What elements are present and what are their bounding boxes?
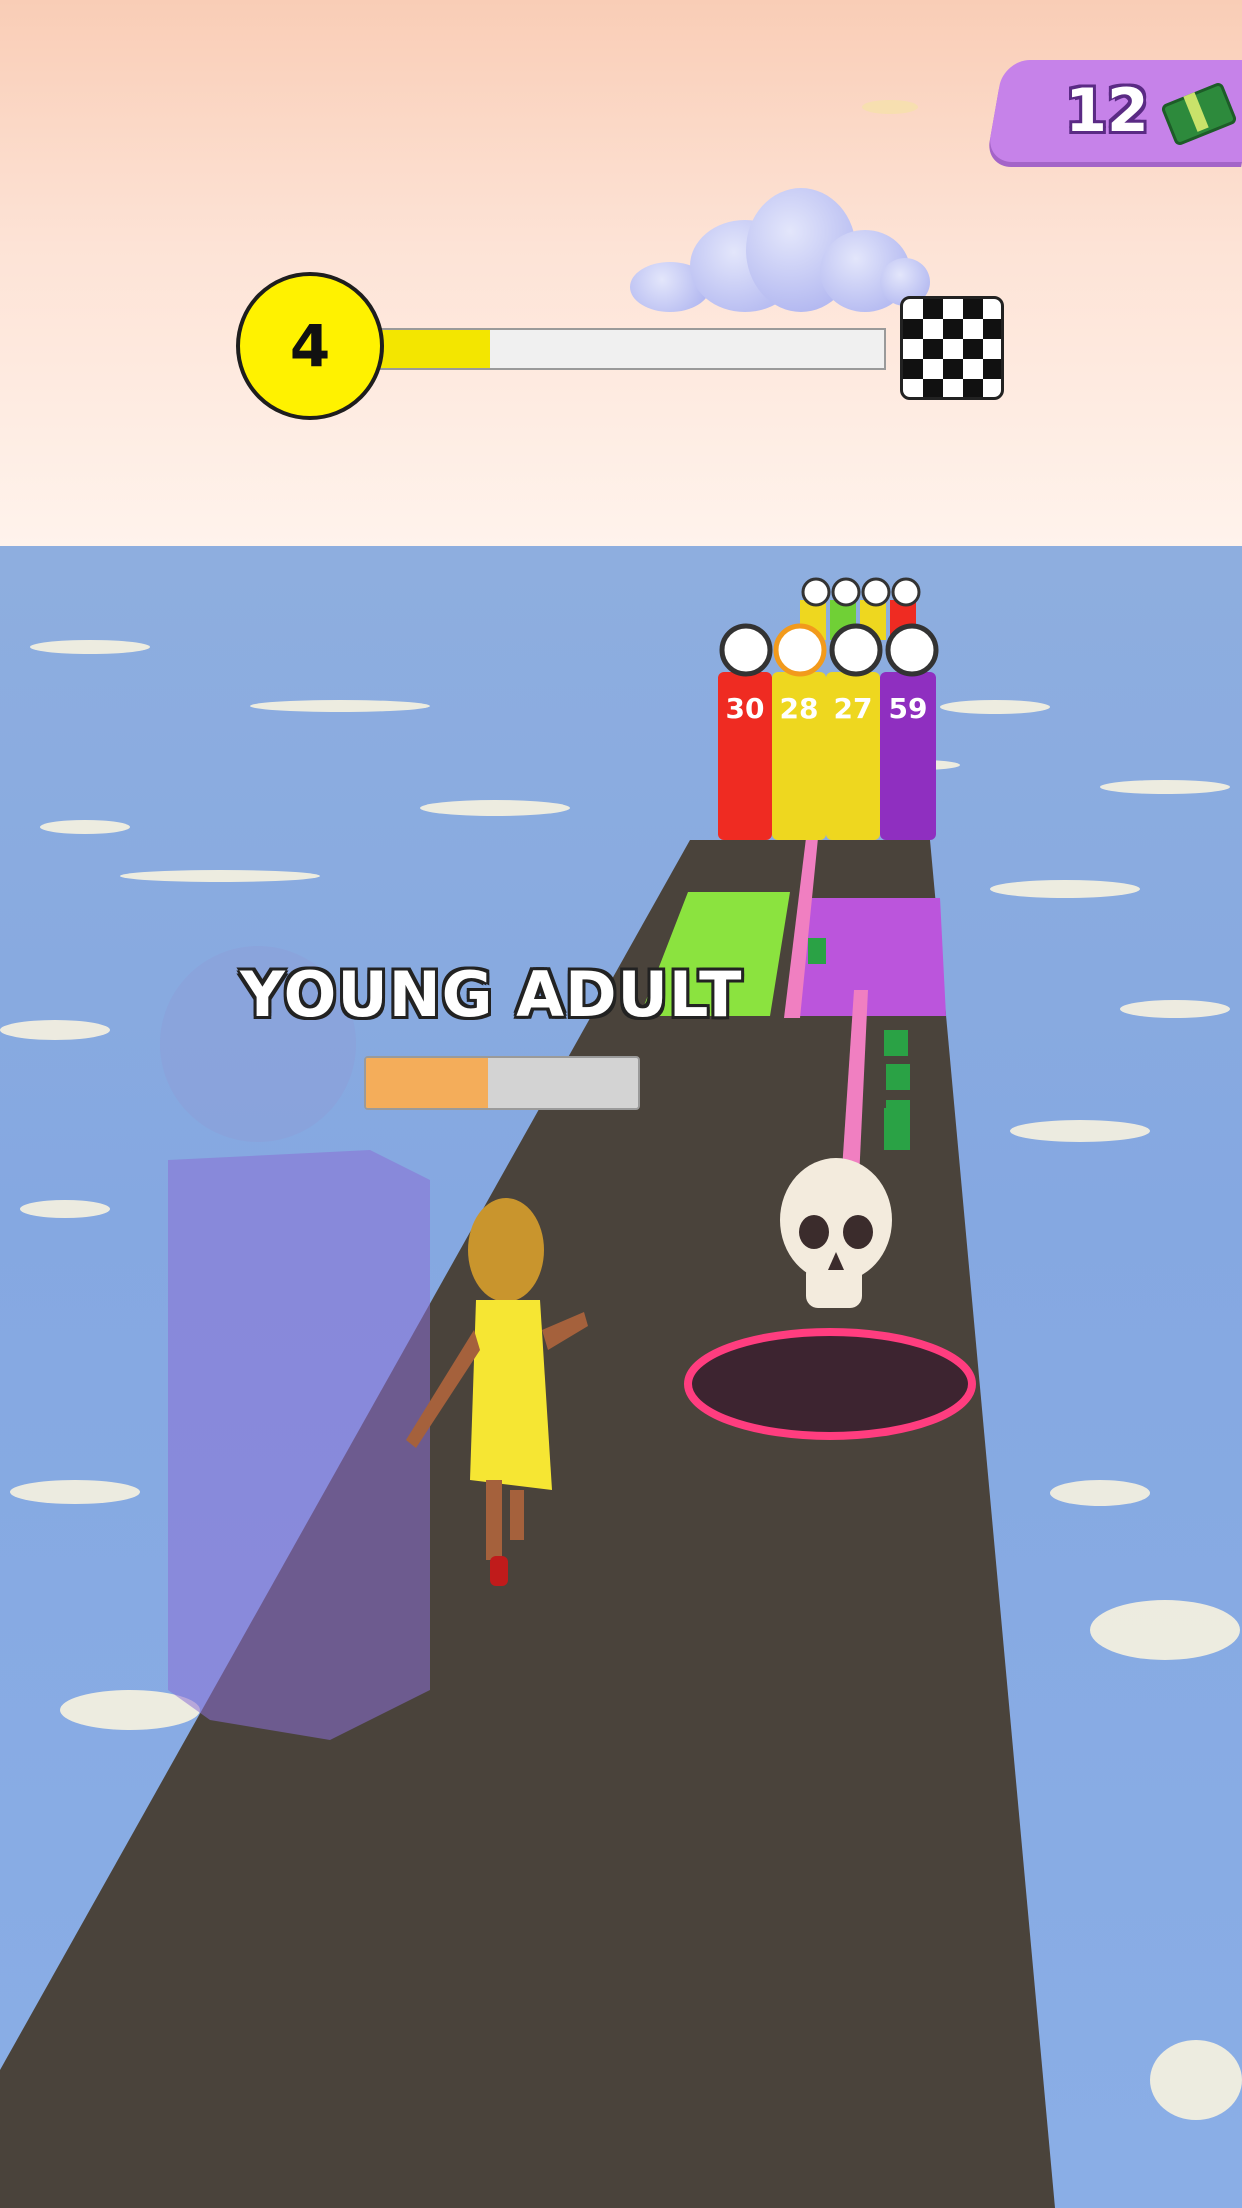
level-badge: 4 bbox=[236, 272, 384, 420]
money-count: 12 bbox=[1065, 76, 1149, 146]
clock-icon bbox=[719, 623, 773, 677]
gate-value-3: 27 bbox=[834, 692, 873, 725]
gate-value-2: 28 bbox=[780, 692, 819, 725]
skull-trap-ring bbox=[684, 1328, 976, 1440]
clock-icon bbox=[885, 623, 939, 677]
age-progress-fill bbox=[366, 1058, 489, 1108]
age-progress-bar bbox=[364, 1056, 640, 1110]
clock-icon bbox=[801, 577, 831, 607]
clock-icon bbox=[829, 623, 883, 677]
level-progress-track bbox=[356, 328, 886, 370]
distant-island bbox=[862, 100, 918, 114]
ghost-pillar bbox=[168, 1150, 430, 1740]
checkered-flag-icon bbox=[900, 296, 1004, 400]
gate-value-4: 59 bbox=[889, 692, 928, 725]
level-progress: 4 bbox=[236, 272, 1006, 428]
gate-value-1: 30 bbox=[726, 692, 765, 725]
clock-icon bbox=[773, 623, 827, 677]
clock-icon bbox=[831, 577, 861, 607]
age-stage-label: YOUNG ADULT bbox=[240, 958, 743, 1031]
clock-icon bbox=[891, 577, 921, 607]
clock-icon bbox=[861, 577, 891, 607]
gate-row-front: 30 28 27 59 bbox=[718, 623, 939, 840]
